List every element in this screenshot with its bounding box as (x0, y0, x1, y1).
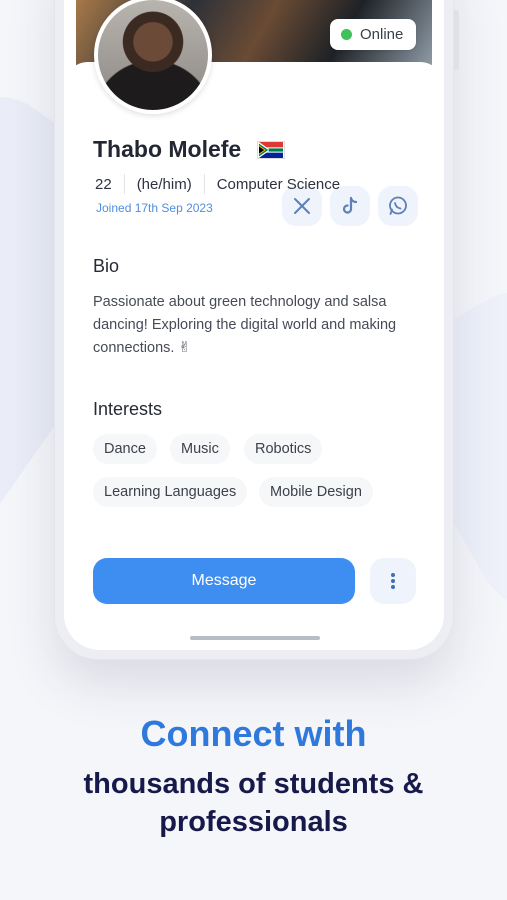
bio-title: Bio (93, 256, 120, 276)
interest-chip[interactable]: Music (170, 434, 230, 464)
interests-title: Interests (93, 399, 163, 419)
phone-mockup: Online Thabo Molefe 22 (he/him) Computer… (54, 0, 459, 660)
profile-meta: 22 (he/him) Computer Science (95, 174, 340, 194)
phone-side-button (454, 10, 459, 70)
name-row: Thabo Molefe (93, 136, 286, 163)
interest-chip[interactable]: Learning Languages (93, 477, 248, 507)
message-button[interactable]: Message (93, 558, 355, 604)
phone-screen: Online Thabo Molefe 22 (he/him) Computer… (64, 0, 444, 650)
divider (203, 174, 205, 194)
promo-headline: Connect with (140, 713, 367, 754)
whatsapp-icon (389, 196, 407, 215)
joined-date: Joined 17th Sep 2023 (96, 201, 213, 215)
home-indicator (190, 636, 320, 640)
x-icon (294, 198, 310, 214)
avatar (94, 0, 212, 114)
status-text: Online (360, 26, 404, 43)
more-options-button[interactable] (370, 558, 416, 604)
profile-pronouns: (he/him) (136, 175, 192, 193)
promo-subline-line-2: professionals (159, 806, 348, 838)
south-africa-flag-icon (257, 140, 286, 159)
interest-chip[interactable]: Dance (93, 434, 157, 464)
profile-name: Thabo Molefe (93, 136, 242, 162)
interest-chip[interactable]: Mobile Design (259, 477, 373, 507)
whatsapp-button[interactable] (378, 186, 418, 226)
tiktok-icon (342, 196, 358, 214)
promo-subline-line-1: thousands of students & (83, 768, 424, 800)
profile-age: 22 (95, 175, 112, 193)
online-indicator-icon (341, 29, 352, 40)
more-vertical-icon (391, 573, 395, 589)
interest-chip[interactable]: Robotics (244, 434, 323, 464)
promo-subline: thousands of students & professionals (0, 765, 507, 841)
status-badge: Online (330, 19, 416, 50)
bio-text: Passionate about green technology and sa… (93, 294, 397, 356)
profile-field: Computer Science (216, 175, 341, 193)
divider (123, 174, 125, 194)
